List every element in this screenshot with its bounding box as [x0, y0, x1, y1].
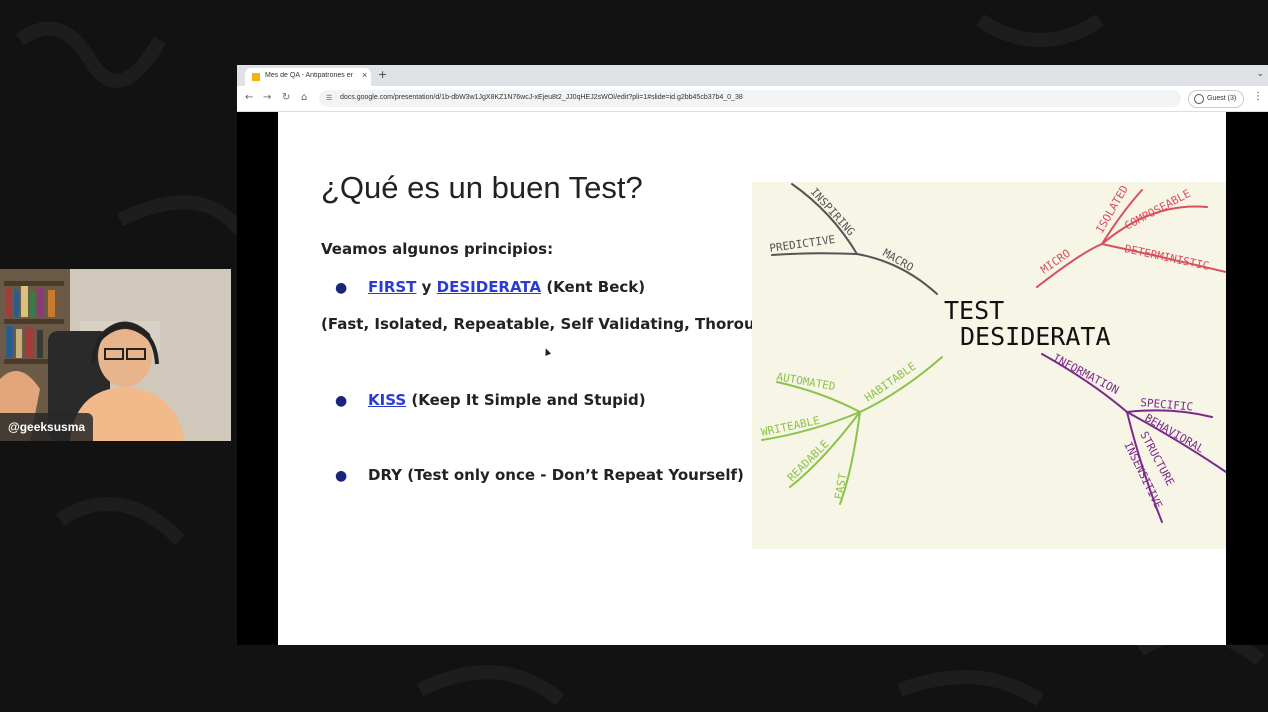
mouse-cursor-icon — [542, 347, 552, 356]
bullet-text: (Keep It Simple and Stupid) — [406, 391, 646, 409]
mindmap-drawing: INSPIRING PREDICTIVE MACRO ISOLATED COMP… — [760, 183, 1226, 523]
bullet-kiss: KISS (Keep It Simple and Stupid) — [368, 391, 646, 409]
mindmap-label: READABLE — [785, 437, 832, 484]
bullet-icon: ● — [335, 393, 348, 409]
more-menu-icon[interactable]: ⋮ — [1253, 91, 1263, 102]
forward-icon[interactable]: → — [263, 92, 271, 103]
mindmap-label: DETERMINISTIC — [1123, 242, 1210, 273]
site-settings-icon[interactable]: ☰ — [326, 94, 332, 102]
presentation-slide: ¿Qué es un buen Test? Veamos algunos pri… — [278, 112, 1226, 645]
desiderata-link[interactable]: DESIDERATA — [437, 278, 541, 296]
bullet-text: (Kent Beck) — [541, 278, 646, 296]
url-text: docs.google.com/presentation/d/1b-dbW3w1… — [340, 94, 743, 101]
address-bar[interactable]: ☰ docs.google.com/presentation/d/1b-dbW3… — [319, 90, 1181, 107]
close-tab-icon[interactable]: × — [362, 70, 367, 80]
chevron-down-icon[interactable]: ⌄ — [1256, 69, 1264, 79]
mindmap-center-line2: DESIDERATA — [960, 322, 1111, 351]
reload-icon[interactable]: ↻ — [282, 92, 290, 103]
first-expansion: (Fast, Isolated, Repeatable, Self Valida… — [321, 315, 783, 333]
mindmap-label: MACRO — [881, 246, 916, 274]
guest-profile-button[interactable]: Guest (3) — [1188, 90, 1244, 108]
webcam-video: @geeksusma — [0, 269, 231, 441]
guest-label: Guest (3) — [1207, 95, 1237, 102]
bullet-icon: ● — [335, 468, 348, 484]
bullet-dry: DRY (Test only once - Don’t Repeat Yours… — [368, 466, 744, 484]
test-desiderata-mindmap: INSPIRING PREDICTIVE MACRO ISOLATED COMP… — [752, 182, 1226, 549]
browser-window: Mes de QA - Antipatrones en × + ⌄ ← → ↻ … — [237, 65, 1268, 645]
tab-title: Mes de QA - Antipatrones en — [265, 72, 353, 79]
mindmap-label: INFORMATION — [1051, 351, 1121, 397]
tab-bar: Mes de QA - Antipatrones en × + ⌄ — [237, 65, 1268, 86]
mindmap-label: INSPIRING — [808, 185, 858, 238]
bullet-first-desiderata: FIRST y DESIDERATA (Kent Beck) — [368, 278, 645, 296]
profile-icon — [1194, 94, 1204, 104]
first-link[interactable]: FIRST — [368, 278, 416, 296]
new-tab-button[interactable]: + — [378, 68, 387, 81]
mindmap-center-line1: TEST — [944, 296, 1004, 325]
mindmap-label: FAST — [832, 472, 849, 501]
back-icon[interactable]: ← — [245, 92, 253, 103]
mindmap-label: PREDICTIVE — [769, 233, 836, 255]
slide-subtitle: Veamos algunos principios: — [321, 240, 554, 258]
slide-title: ¿Qué es un buen Test? — [321, 170, 643, 205]
browser-tab[interactable]: Mes de QA - Antipatrones en × — [245, 68, 371, 86]
kiss-link[interactable]: KISS — [368, 391, 406, 409]
participant-name: @geeksusma — [0, 413, 94, 441]
browser-toolbar: ← → ↻ ⌂ ☰ docs.google.com/presentation/d… — [237, 86, 1268, 112]
bullet-icon: ● — [335, 280, 348, 296]
home-icon[interactable]: ⌂ — [301, 92, 307, 103]
mindmap-label: COMPOSEABLE — [1122, 187, 1192, 233]
bullet-text: y — [416, 278, 437, 296]
slides-icon — [252, 73, 260, 81]
